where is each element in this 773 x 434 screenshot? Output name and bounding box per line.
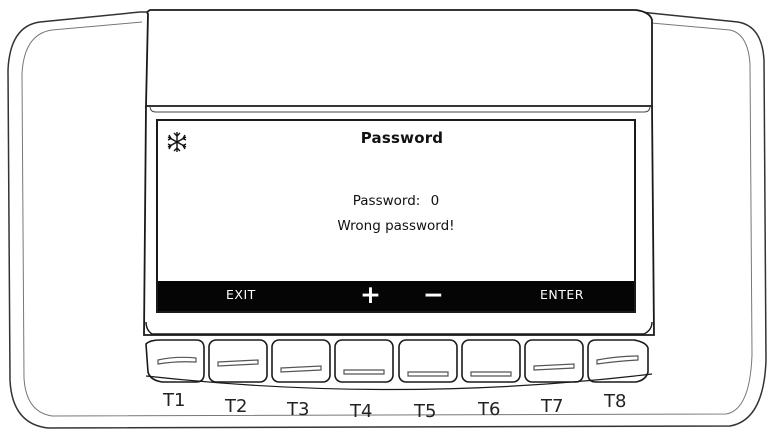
controller-panel: Password Password: 0 Wrong password! EXI… xyxy=(0,0,773,434)
softkey-exit-label: EXIT xyxy=(226,287,256,302)
softkey-enter-label: ENTER xyxy=(540,287,584,302)
key-t3-button[interactable] xyxy=(273,343,329,383)
key-t6-button[interactable] xyxy=(463,343,519,383)
key-t4-label: T4 xyxy=(350,401,373,422)
key-t1-label: T1 xyxy=(163,390,186,411)
password-row: Password: 0 xyxy=(158,193,634,209)
key-t2-button[interactable] xyxy=(210,343,266,383)
key-t8-button[interactable] xyxy=(589,343,645,383)
key-t7-button[interactable] xyxy=(526,343,582,383)
password-value: 0 xyxy=(430,193,440,209)
lcd-screen: Password Password: 0 Wrong password! EXI… xyxy=(156,119,636,313)
softkey-minus-label: − xyxy=(423,280,445,309)
key-t6-label: T6 xyxy=(478,399,501,420)
screen-title: Password xyxy=(360,129,444,147)
softkey-plus-label: + xyxy=(360,280,382,309)
key-t1-button[interactable] xyxy=(147,343,203,383)
password-label: Password: xyxy=(352,193,421,209)
key-t8-label: T8 xyxy=(604,391,627,412)
key-t4-button[interactable] xyxy=(336,343,392,383)
softkey-bar: EXIT + − ENTER xyxy=(158,280,634,311)
key-t2-label: T2 xyxy=(225,396,248,417)
key-t7-label: T7 xyxy=(541,396,564,417)
key-t5-label: T5 xyxy=(414,401,437,422)
error-message: Wrong password! xyxy=(337,218,455,234)
key-t5-button[interactable] xyxy=(400,343,456,383)
key-t3-label: T3 xyxy=(287,399,310,420)
